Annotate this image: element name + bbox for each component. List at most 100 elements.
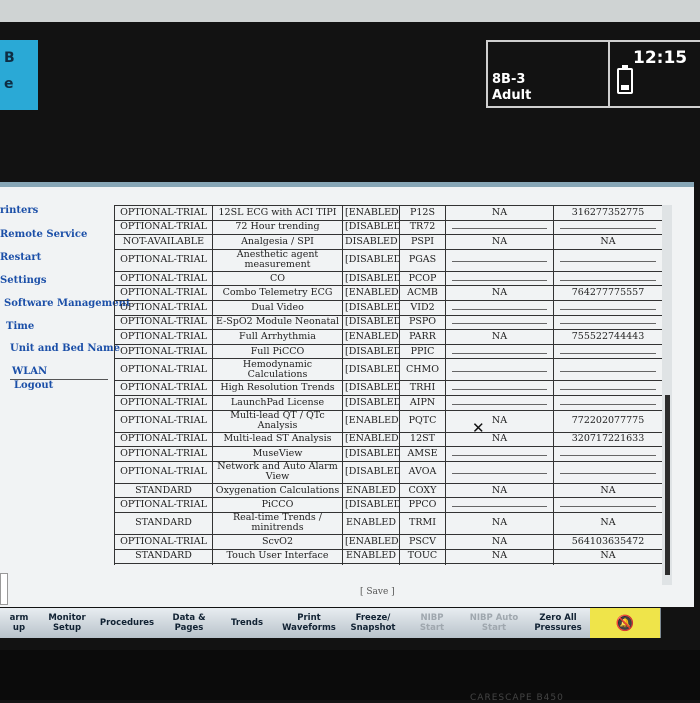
table-row[interactable]: NOT-AVAILABLE Analgesia / SPI DISABLED PSPI… <box>114 234 662 250</box>
table-cell <box>553 446 662 462</box>
toolbar-button[interactable]: Zero All Pressures <box>526 608 591 638</box>
toolbar-button[interactable]: NIBP Start <box>402 608 463 638</box>
table-cell: STANDARD <box>114 482 213 499</box>
table-cell: PQTC <box>399 409 446 433</box>
sidebar-item[interactable]: rinters <box>0 205 38 216</box>
table-row[interactable]: OPTIONAL-TRIAL Anesthetic agent measureme… <box>114 248 662 272</box>
table-cell: NOT-AVAILABLE <box>114 563 213 565</box>
table-row[interactable]: STANDARD Oxygenation Calculations ENABLED C… <box>114 482 662 499</box>
table-cell: OPTIONAL-TRIAL <box>114 409 213 433</box>
table-cell <box>445 343 554 360</box>
table-row[interactable]: OPTIONAL-TRIAL Network and Auto Alarm Vie… <box>114 460 662 484</box>
table-cell: NA <box>445 329 554 345</box>
license-table: OPTIONAL-TRIAL 12SL ECG with ACI TIPI [ENA… <box>114 205 662 565</box>
toolbar-button[interactable]: Data & Pages <box>158 608 221 638</box>
table-cell <box>445 446 554 462</box>
table-cell: Ventilation Calculations <box>212 563 343 565</box>
table-row[interactable]: OPTIONAL-TRIAL PiCCO [DISABLED] PPCO <box>114 497 662 513</box>
cursor-x-icon: ✕ <box>472 419 485 437</box>
toolbar-button[interactable]: Monitor Setup <box>38 608 97 638</box>
table-cell: TR72 <box>399 219 446 236</box>
table-row[interactable]: OPTIONAL-TRIAL LaunchPad License [DISABLED… <box>114 394 662 411</box>
save-button[interactable]: [ Save ] <box>360 587 395 597</box>
table-row[interactable]: OPTIONAL-TRIAL High Resolution Trends [DIS… <box>114 380 662 396</box>
table-cell: [ENABLED_] <box>342 431 400 448</box>
table-cell <box>553 460 662 484</box>
table-cell: OPTIONAL-TRIAL <box>114 497 213 513</box>
sidebar-item[interactable]: Restart <box>0 252 41 263</box>
table-cell <box>445 460 554 484</box>
table-cell <box>553 380 662 396</box>
table-cell: 764277775557 <box>553 285 662 301</box>
table-cell: Full Arrhythmia <box>212 329 343 345</box>
toolbar-button[interactable]: Procedures <box>96 608 159 638</box>
table-row[interactable]: OPTIONAL-TRIALFull Arrhythmia[ENABLED_]P… <box>114 329 662 345</box>
table-row[interactable]: OPTIONAL-TRIAL Hemodynamic Calculations [D… <box>114 358 662 382</box>
table-cell: OPTIONAL-TRIAL <box>114 358 213 382</box>
sidebar-item[interactable]: Unit and Bed Name <box>10 343 120 354</box>
table-cell: [DISABLED] <box>342 248 400 272</box>
table-cell: CHMO <box>399 358 446 382</box>
toolbar-button[interactable]: arm up <box>0 608 39 638</box>
table-cell: OPTIONAL-TRIAL <box>114 380 213 396</box>
table-row[interactable]: OPTIONAL-TRIAL Multi-lead QT / QTc Analys… <box>114 409 662 433</box>
table-row[interactable]: OPTIONAL-TRIAL Full PiCCO [DISABLED] PPIC <box>114 343 662 360</box>
scrollbar-thumb[interactable] <box>665 395 670 575</box>
table-cell: Analgesia / SPI <box>212 234 343 250</box>
table-cell: 755522744443 <box>553 329 662 345</box>
toolbar-button[interactable]: Print Waveforms <box>274 608 345 638</box>
table-cell: Multi-lead QT / QTc Analysis <box>212 409 343 433</box>
table-cell: 72 Hour trending <box>212 219 343 236</box>
sidebar-item[interactable]: Software Management <box>4 298 131 309</box>
sidebar-item[interactable]: Settings <box>0 275 47 286</box>
table-cell: [DISABLED] <box>342 343 400 360</box>
table-row[interactable]: OPTIONAL-TRIAL 72 Hour trending [DISABLED]… <box>114 219 662 236</box>
table-cell: OPTIONAL-TRIAL <box>114 219 213 236</box>
table-cell: [DISABLED] <box>342 380 400 396</box>
table-cell: NA <box>553 234 662 250</box>
table-scrollbar[interactable] <box>662 205 672 585</box>
table-row[interactable]: OPTIONAL-TRIAL Multi-lead ST Analysis [ENA… <box>114 431 662 448</box>
table-cell: COXY <box>399 482 446 499</box>
table-row[interactable]: STANDARD Touch User Interface ENABLED TOUC N… <box>114 548 662 565</box>
table-cell: NA <box>445 533 554 550</box>
sidebar-item[interactable]: WLAN <box>12 366 47 377</box>
left-edge-control[interactable] <box>0 573 8 605</box>
table-row[interactable]: STANDARD Real-time Trends / minitrends ENA… <box>114 511 662 535</box>
table-cell <box>445 394 554 411</box>
table-row[interactable]: OPTIONAL-TRIAL CO [DISABLED] PCOP <box>114 270 662 287</box>
table-row[interactable]: OPTIONAL-TRIAL 12SL ECG with ACI TIPI [ENA… <box>114 205 662 221</box>
table-cell: PARR <box>399 329 446 345</box>
table-row[interactable]: OPTIONAL-TRIALScvO2[ENABLED_]PSCVNA56410… <box>114 533 662 550</box>
patient-info-box[interactable]: 8B-3 Adult <box>486 40 610 108</box>
table-row[interactable]: OPTIONAL-TRIAL Combo Telemetry ECG [ENABLE… <box>114 285 662 301</box>
table-cell: AVOA <box>399 460 446 484</box>
parameter-tile[interactable]: B e <box>0 40 38 110</box>
table-cell: ENABLED <box>342 548 400 565</box>
table-row[interactable]: OPTIONAL-TRIAL MuseView [DISABLED] AMSE <box>114 446 662 462</box>
table-cell <box>445 497 554 513</box>
clock-box: 12:15 <box>607 40 700 108</box>
table-row[interactable]: NOT-AVAILABLEVentilation CalculationsDIS… <box>114 563 662 565</box>
bed-label: 8B-3 <box>492 72 526 87</box>
table-row[interactable]: OPTIONAL-TRIAL E-SpO2 Module Neonatal [DIS… <box>114 314 662 331</box>
battery-icon <box>617 65 633 94</box>
table-cell: NA <box>445 205 554 221</box>
toolbar-button[interactable]: Freeze/ Snapshot <box>344 608 403 638</box>
table-cell <box>445 380 554 396</box>
sidebar-item[interactable]: Remote Service <box>0 229 87 240</box>
table-cell: NA <box>445 511 554 535</box>
table-cell <box>445 248 554 272</box>
sidebar-item[interactable]: Time <box>6 321 34 332</box>
monitor-bezel-top <box>0 0 700 22</box>
table-cell: Full PiCCO <box>212 343 343 360</box>
alarm-silence-button[interactable]: 🔕 <box>590 608 661 638</box>
table-cell: NA <box>553 511 662 535</box>
table-cell: NA <box>553 563 662 565</box>
table-cell: PSPO <box>399 314 446 331</box>
sidebar-item[interactable]: Logout <box>14 380 53 391</box>
toolbar-button[interactable]: NIBP Auto Start <box>462 608 527 638</box>
table-row[interactable]: OPTIONAL-TRIAL Dual Video [DISABLED] VID2 <box>114 299 662 316</box>
table-cell: TOUC <box>399 548 446 565</box>
toolbar-button[interactable]: Trends <box>220 608 275 638</box>
